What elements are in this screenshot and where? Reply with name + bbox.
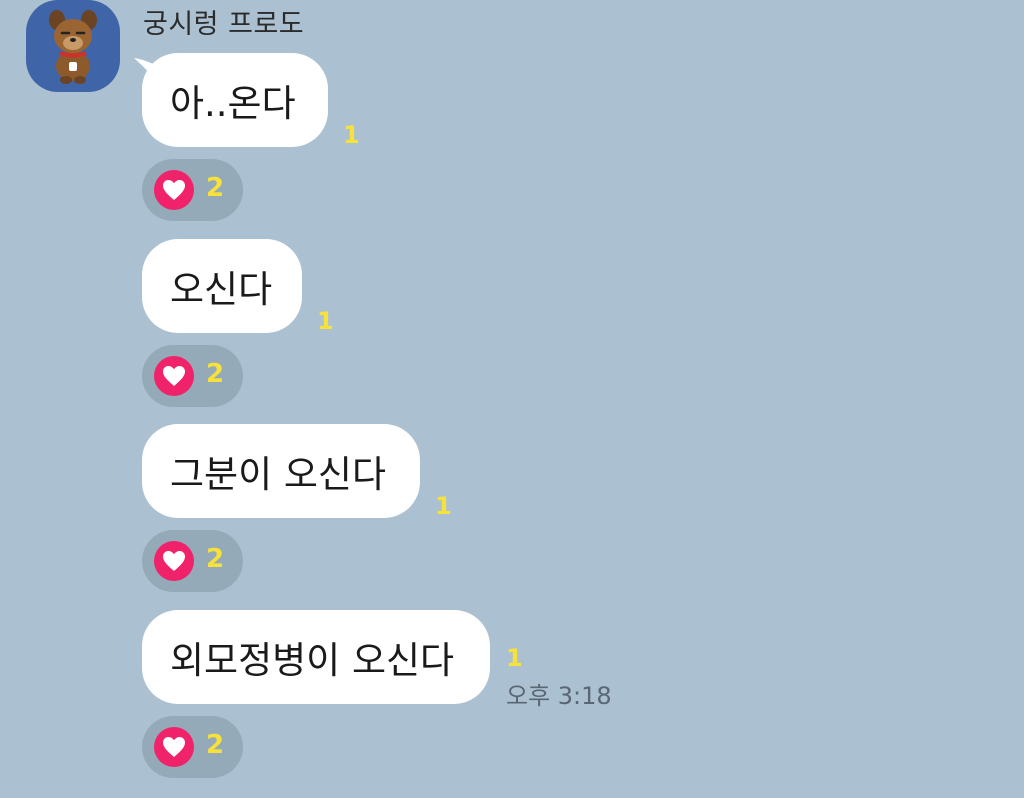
heart-reaction-badge: [154, 541, 194, 581]
reaction-pill[interactable]: 2: [142, 716, 243, 778]
heart-reaction-badge: [154, 356, 194, 396]
reaction-pill[interactable]: 2: [142, 159, 243, 221]
message-bubble[interactable]: 외모정병이 오신다: [142, 610, 490, 704]
unread-count: 1: [435, 492, 452, 520]
message-bubble[interactable]: 오신다: [142, 239, 302, 333]
message-text: 오신다: [170, 268, 273, 311]
reaction-count: 2: [206, 730, 225, 760]
heart-reaction-badge: [154, 170, 194, 210]
message-text: 그분이 오신다: [170, 453, 387, 496]
unread-count: 1: [343, 121, 360, 149]
heart-icon: [163, 180, 185, 200]
sender-avatar[interactable]: [26, 0, 120, 92]
message-bubble[interactable]: 그분이 오신다: [142, 424, 420, 518]
message-text: 외모정병이 오신다: [170, 639, 455, 682]
reaction-pill[interactable]: 2: [142, 530, 243, 592]
message-bubble[interactable]: 아..온다: [142, 53, 328, 147]
heart-icon: [163, 551, 185, 571]
unread-count: 1: [317, 307, 334, 335]
frodo-character-icon: [49, 10, 97, 84]
heart-reaction-badge: [154, 727, 194, 767]
unread-count: 1: [506, 644, 523, 672]
reaction-count: 2: [206, 173, 225, 203]
reaction-count: 2: [206, 359, 225, 389]
heart-icon: [163, 737, 185, 757]
sender-name: 궁시렁 프로도: [143, 9, 305, 40]
heart-icon: [163, 366, 185, 386]
reaction-count: 2: [206, 544, 225, 574]
message-text: 아..온다: [170, 82, 296, 125]
message-timestamp: 오후 3:18: [506, 682, 612, 710]
reaction-pill[interactable]: 2: [142, 345, 243, 407]
